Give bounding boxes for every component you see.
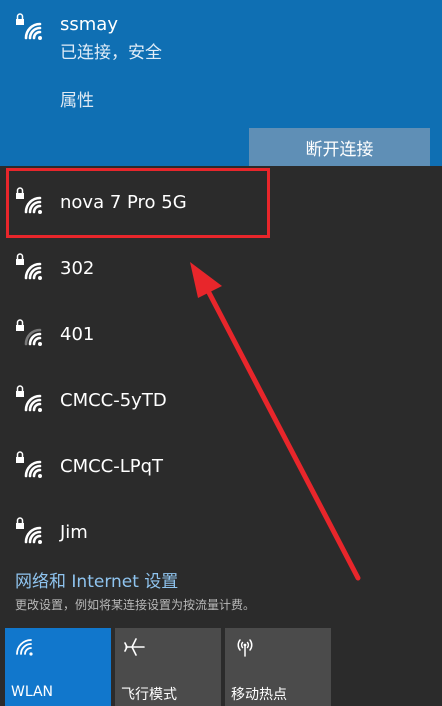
mobile-hotspot-tile[interactable]: 移动热点: [225, 628, 331, 706]
wifi-lock-icon: [14, 186, 48, 216]
disconnect-button[interactable]: 断开连接: [249, 128, 430, 166]
properties-link[interactable]: 属性: [60, 86, 94, 111]
network-item[interactable]: 401: [0, 302, 442, 366]
network-name: 302: [60, 258, 95, 279]
wifi-lock-icon: [14, 252, 48, 282]
wifi-lock-icon: [14, 384, 48, 414]
wlan-label: WLAN: [11, 684, 54, 700]
hotspot-icon: [233, 636, 257, 658]
network-name: Jim: [60, 522, 88, 543]
wlan-tile[interactable]: WLAN: [5, 628, 111, 706]
airplane-mode-tile[interactable]: 飞行模式: [115, 628, 221, 706]
network-item[interactable]: CMCC-LPqT: [0, 434, 442, 498]
network-item[interactable]: Jim: [0, 500, 442, 564]
mobile-hotspot-label: 移动热点: [231, 687, 287, 703]
network-item[interactable]: CMCC-5yTD: [0, 368, 442, 432]
network-internet-settings-link[interactable]: 网络和 Internet 设置: [15, 567, 178, 592]
connected-network-name: ssmay: [60, 14, 118, 35]
wifi-lock-icon: [14, 12, 48, 42]
wifi-icon: [13, 636, 37, 658]
network-name: nova 7 Pro 5G: [60, 192, 187, 213]
network-item[interactable]: nova 7 Pro 5G: [0, 170, 442, 234]
settings-description: 更改设置，例如将某连接设置为按流量计费。: [15, 598, 256, 612]
network-name: CMCC-5yTD: [60, 390, 167, 411]
airplane-mode-label: 飞行模式: [121, 687, 177, 703]
wifi-lock-icon: [14, 516, 48, 546]
wifi-lock-icon: [14, 450, 48, 480]
network-item[interactable]: 302: [0, 236, 442, 300]
network-name: CMCC-LPqT: [60, 456, 164, 477]
connection-status: 已连接，安全: [60, 43, 162, 63]
network-name: 401: [60, 324, 95, 345]
connected-network-panel[interactable]: ssmay 已连接，安全 属性 断开连接: [0, 0, 442, 166]
wifi-lock-icon: [14, 318, 48, 348]
airplane-icon: [123, 636, 147, 658]
